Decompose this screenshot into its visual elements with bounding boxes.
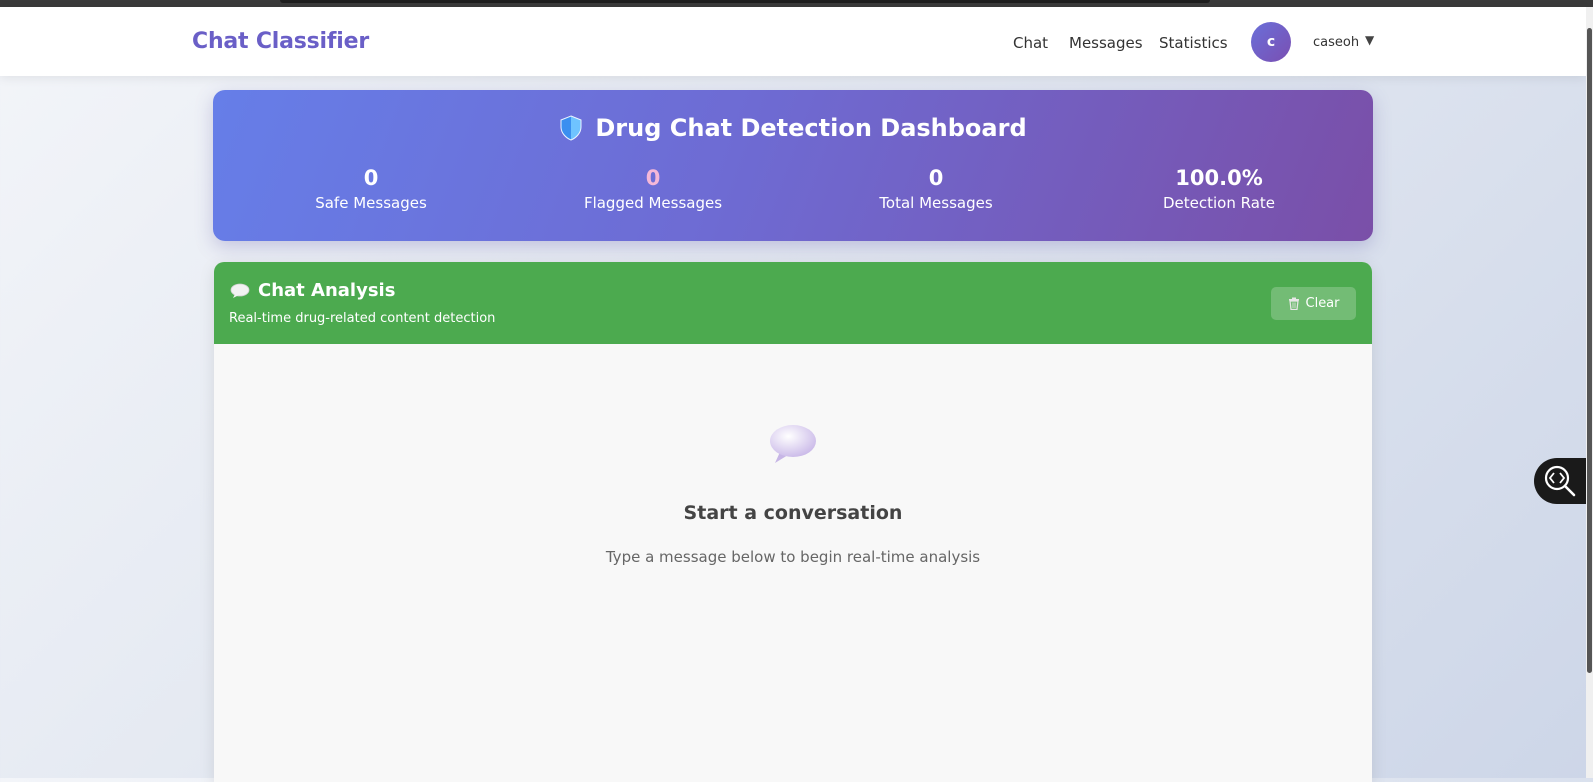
chat-title-text: Chat Analysis — [258, 280, 396, 301]
nav-statistics[interactable]: Statistics — [1159, 34, 1228, 52]
nav-chat[interactable]: Chat — [1013, 34, 1048, 52]
stat-safe-value: 0 — [363, 166, 379, 190]
stat-detection-value: 100.0% — [1175, 166, 1263, 190]
stat-safe-label: Safe Messages — [315, 194, 427, 212]
empty-state-title: Start a conversation — [683, 502, 903, 524]
username[interactable]: caseoh — [1313, 35, 1359, 50]
stat-total-value: 0 — [928, 166, 944, 190]
empty-state: Start a conversation Type a message belo… — [214, 422, 1372, 566]
chat-header: Chat Analysis Real-time drug-related con… — [214, 262, 1372, 344]
stat-detection: 100.0% Detection Rate — [1099, 166, 1339, 212]
avatar[interactable]: c — [1251, 22, 1291, 62]
browser-top-strip — [0, 0, 1593, 7]
stat-total-label: Total Messages — [879, 194, 993, 212]
trash-icon — [1288, 297, 1299, 310]
chevron-down-icon[interactable]: ▼ — [1365, 33, 1374, 47]
chat-subtitle: Real-time drug-related content detection — [229, 311, 496, 326]
clear-button[interactable]: Clear — [1271, 287, 1356, 320]
brand-logo[interactable]: Chat Classifier — [192, 29, 369, 54]
floating-inspect-widget[interactable] — [1534, 458, 1586, 504]
dashboard-title: Drug Chat Detection Dashboard — [213, 114, 1373, 142]
stat-flagged-label: Flagged Messages — [583, 194, 723, 212]
stat-safe: 0 Safe Messages — [251, 166, 491, 212]
empty-state-description: Type a message below to begin real-time … — [605, 548, 981, 566]
stat-flagged-value: 0 — [645, 166, 661, 190]
chat-card: Chat Analysis Real-time drug-related con… — [214, 262, 1372, 782]
nav-messages[interactable]: Messages — [1069, 34, 1143, 52]
shield-icon — [560, 115, 582, 141]
browser-tab-bar — [280, 0, 1210, 3]
stat-total: 0 Total Messages — [816, 166, 1056, 212]
clear-button-label: Clear — [1305, 296, 1340, 311]
dashboard-title-text: Drug Chat Detection Dashboard — [595, 114, 1027, 142]
chat-title: Chat Analysis — [230, 280, 395, 301]
scrollbar-thumb[interactable] — [1587, 28, 1592, 673]
stat-detection-label: Detection Rate — [1162, 194, 1276, 212]
speech-bubble-icon — [230, 283, 250, 298]
code-search-icon — [1544, 465, 1576, 497]
speech-bubble-icon — [770, 425, 816, 463]
navbar: Chat Classifier Chat Messages Statistics… — [0, 7, 1586, 76]
dashboard-banner: Drug Chat Detection Dashboard 0 Safe Mes… — [213, 90, 1373, 241]
stat-flagged: 0 Flagged Messages — [533, 166, 773, 212]
